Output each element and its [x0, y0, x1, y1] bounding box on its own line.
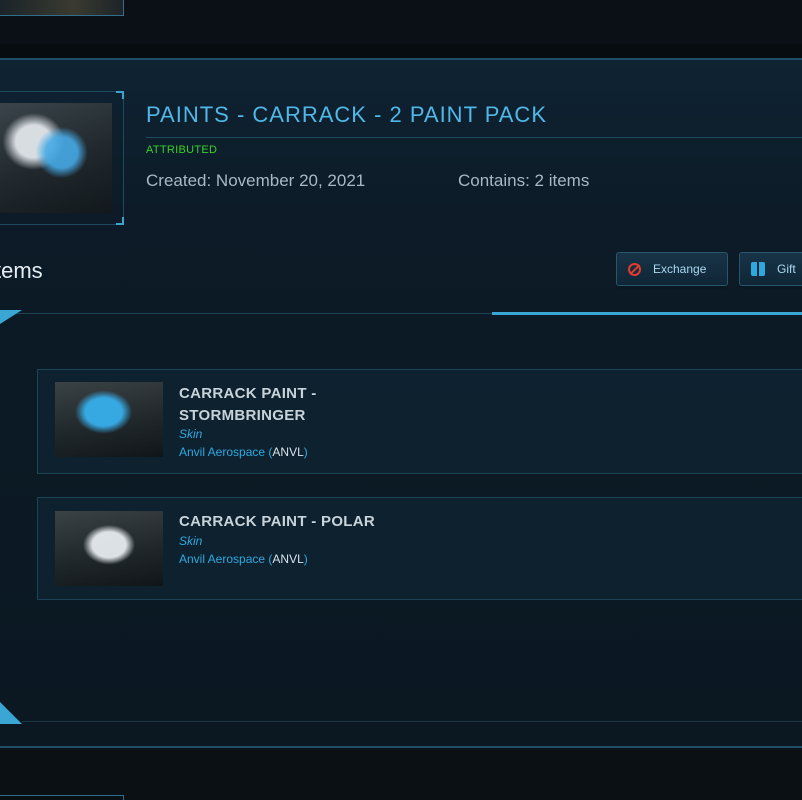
- contains-count: Contains: 2 items: [458, 171, 590, 190]
- pledge-separator: [0, 44, 802, 58]
- decorative-slash-bottom: [0, 702, 22, 724]
- corner-bracket: [116, 91, 124, 99]
- previous-pledge-strip: [0, 0, 802, 44]
- pack-thumbnail[interactable]: [0, 91, 124, 225]
- pack-title: PAINTS - CARRACK - 2 PAINT PACK: [146, 102, 547, 127]
- corner-bracket: [116, 217, 124, 225]
- exchange-button[interactable]: Exchange: [616, 252, 728, 286]
- pack-image: [0, 103, 112, 213]
- items-heading: tems: [0, 258, 43, 283]
- no-entry-icon: [628, 262, 641, 276]
- item-name: CARRACK PAINT - STORMBRINGER: [179, 385, 317, 424]
- exchange-label: Exchange: [653, 262, 707, 276]
- pledge-panel: PAINTS - CARRACK - 2 PAINT PACK ATTRIBUT…: [0, 58, 802, 748]
- next-pledge-strip: [0, 750, 802, 800]
- manufacturer-code: ANVL: [272, 445, 304, 459]
- decorative-slash-top: [0, 310, 22, 324]
- item-name: CARRACK PAINT - POLAR: [179, 513, 376, 530]
- list-item[interactable]: CARRACK PAINT - POLAR Skin Anvil Aerospa…: [37, 497, 802, 600]
- manufacturer-name: Anvil Aerospace: [179, 445, 266, 459]
- manufacturer-code: ANVL: [272, 552, 304, 566]
- title-divider: [146, 137, 802, 138]
- items-bottom-divider: [22, 721, 802, 722]
- item-thumbnail: [55, 511, 163, 586]
- previous-pledge-thumbnail[interactable]: [0, 0, 124, 16]
- item-type: Skin: [179, 534, 203, 548]
- created-date: Created: November 20, 2021: [146, 171, 366, 190]
- item-manufacturer: Anvil Aerospace (ANVL): [179, 445, 308, 459]
- items-divider-accent: [492, 312, 802, 315]
- item-thumbnail: [55, 382, 163, 457]
- gift-box-icon: [751, 262, 765, 276]
- list-item[interactable]: CARRACK PAINT - STORMBRINGER Skin Anvil …: [37, 369, 802, 474]
- gift-button[interactable]: Gift: [739, 252, 802, 286]
- gift-label: Gift: [777, 262, 796, 276]
- item-manufacturer: Anvil Aerospace (ANVL): [179, 552, 308, 566]
- manufacturer-name: Anvil Aerospace: [179, 552, 266, 566]
- next-pledge-thumbnail[interactable]: [0, 795, 124, 800]
- attributed-status: ATTRIBUTED: [146, 144, 218, 156]
- item-type: Skin: [179, 427, 203, 441]
